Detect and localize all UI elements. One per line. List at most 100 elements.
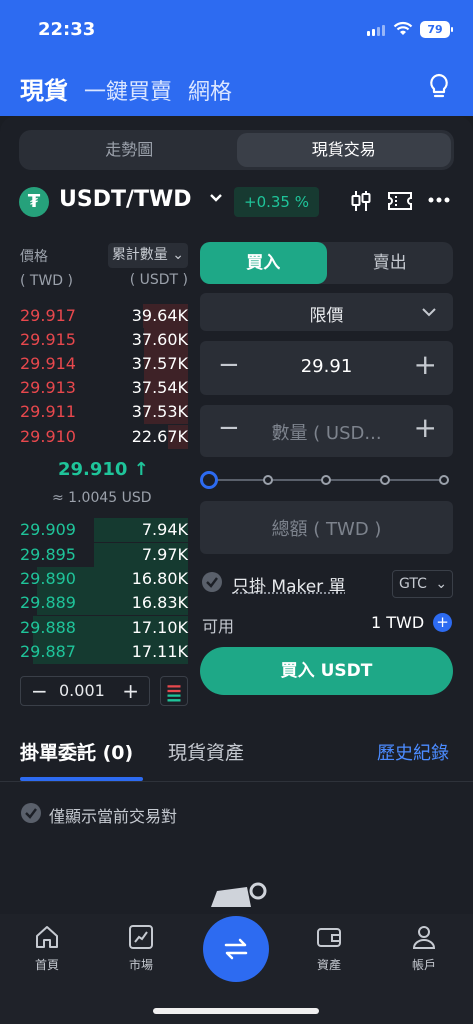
- tick-size-value: 0.001: [59, 681, 105, 700]
- tab-spot[interactable]: 現貨: [20, 71, 68, 106]
- nav-account[interactable]: 帳戶: [394, 924, 454, 973]
- view-switch: 走勢圖 現貨交易: [19, 130, 454, 170]
- current-pair-only-label[interactable]: 僅顯示當前交易對: [49, 803, 177, 827]
- buy-submit-button[interactable]: 買入 USDT: [200, 647, 453, 695]
- top-tab-bar: 現貨 一鍵買賣 網格: [20, 71, 232, 106]
- tab-chart[interactable]: 走勢圖: [22, 133, 237, 167]
- empty-state-icon: [211, 882, 267, 907]
- ask-row[interactable]: 29.911 37.53K: [20, 400, 188, 424]
- status-time: 22:33: [38, 19, 96, 40]
- time-in-force-value: GTC: [399, 576, 427, 592]
- ask-row[interactable]: 29.913 37.54K: [20, 376, 188, 400]
- bid-row[interactable]: 29.887 17.11K: [20, 640, 188, 664]
- amount-slider[interactable]: [200, 470, 453, 490]
- pair-selector[interactable]: USDT/TWD: [59, 187, 192, 212]
- bid-price: 29.895: [20, 545, 76, 564]
- candlestick-icon[interactable]: [350, 189, 372, 213]
- bid-row[interactable]: 29.889 16.83K: [20, 591, 188, 615]
- quantity-input[interactable]: − 數量 ( USD... +: [200, 405, 453, 457]
- battery-icon: 79: [420, 21, 453, 38]
- price-input[interactable]: − 29.91 +: [200, 341, 453, 395]
- last-price-fiat: ≈ 1.0045 USD: [52, 490, 152, 506]
- order-type-value: 限價: [309, 306, 344, 326]
- bid-price: 29.909: [20, 520, 76, 539]
- bid-row[interactable]: 29.909 7.94K: [20, 518, 188, 542]
- swap-button[interactable]: [203, 916, 269, 982]
- quantity-increase-button[interactable]: +: [414, 411, 437, 444]
- more-icon[interactable]: [428, 197, 450, 203]
- nav-market[interactable]: 市場: [111, 924, 171, 973]
- ask-row[interactable]: 29.915 37.60K: [20, 328, 188, 352]
- ask-price: 29.915: [20, 330, 76, 349]
- swap-icon: [224, 938, 248, 960]
- bid-qty: 7.97K: [141, 545, 188, 564]
- wifi-icon: [393, 21, 413, 35]
- ask-price: 29.917: [20, 306, 76, 325]
- chevron-down-icon: ⌄: [435, 576, 448, 592]
- total-placeholder: 總額 ( TWD ): [271, 519, 382, 540]
- ask-row[interactable]: 29.917 39.64K: [20, 304, 188, 328]
- chart-icon: [129, 925, 153, 949]
- ticket-icon[interactable]: [387, 191, 413, 211]
- tab-open-orders[interactable]: 掛單委託 (0): [20, 738, 133, 765]
- nav-home[interactable]: 首頁: [17, 924, 77, 973]
- ask-qty: 22.67K: [131, 427, 188, 446]
- last-price: 29.910 ↑: [58, 459, 149, 480]
- lightbulb-icon[interactable]: [426, 72, 452, 100]
- maker-only-label[interactable]: 只掛 Maker 單: [232, 572, 346, 597]
- available-balance: 1 TWD: [371, 613, 425, 632]
- ask-row[interactable]: 29.910 22.67K: [20, 425, 188, 449]
- bid-qty: 17.10K: [131, 618, 188, 637]
- chevron-down-icon: [422, 308, 436, 317]
- price-column-unit: ( TWD ): [20, 273, 73, 289]
- deposit-plus-icon[interactable]: +: [433, 613, 452, 632]
- depth-mode-icon[interactable]: [160, 676, 188, 706]
- buy-tab[interactable]: 買入: [200, 242, 327, 284]
- nav-assets[interactable]: 資產: [299, 924, 359, 973]
- ask-price: 29.910: [20, 427, 76, 446]
- available-label: 可用: [202, 617, 235, 636]
- ask-qty: 39.64K: [131, 306, 188, 325]
- pair-header: ₮ USDT/TWD +0.35 %: [19, 185, 459, 217]
- chevron-down-icon[interactable]: [209, 193, 223, 203]
- bid-row[interactable]: 29.888 17.10K: [20, 616, 188, 640]
- chevron-down-icon: ⌄: [172, 247, 184, 263]
- price-increase-button[interactable]: +: [414, 348, 437, 381]
- person-icon: [412, 926, 436, 949]
- ask-row[interactable]: 29.914 37.57K: [20, 352, 188, 376]
- current-pair-only-checkbox[interactable]: [21, 803, 41, 823]
- tab-quick-trade[interactable]: 一鍵買賣: [84, 74, 172, 106]
- slider-handle[interactable]: [200, 471, 218, 489]
- tick-increase-button[interactable]: +: [122, 677, 139, 705]
- home-icon: [36, 926, 58, 948]
- sell-tab[interactable]: 賣出: [327, 242, 454, 284]
- total-input[interactable]: 總額 ( TWD ): [200, 501, 453, 554]
- tab-grid[interactable]: 網格: [188, 74, 232, 106]
- wallet-icon: [317, 928, 341, 947]
- history-link[interactable]: 歷史紀錄: [377, 739, 449, 765]
- ask-qty: 37.60K: [131, 330, 188, 349]
- tab-spot-trade[interactable]: 現貨交易: [236, 133, 451, 167]
- tick-decrease-button[interactable]: −: [31, 677, 48, 705]
- bid-qty: 16.80K: [131, 569, 188, 588]
- nav-assets-label: 資產: [316, 958, 341, 972]
- ask-qty: 37.57K: [131, 354, 188, 373]
- nav-market-label: 市場: [128, 958, 153, 972]
- bid-qty: 7.94K: [141, 520, 188, 539]
- bid-row[interactable]: 29.890 16.80K: [20, 567, 188, 591]
- bid-price: 29.890: [20, 569, 76, 588]
- price-column-label: 價格: [20, 249, 48, 265]
- qty-mode-dropdown[interactable]: 累計數量 ⌄: [107, 243, 188, 268]
- orderbook-qty-header: 累計數量 ⌄ ( USDT ): [92, 243, 188, 293]
- ask-qty: 37.54K: [131, 378, 188, 397]
- maker-only-checkbox[interactable]: [202, 572, 222, 592]
- status-bar: 22:33 79: [0, 0, 473, 56]
- order-type-select[interactable]: 限價: [200, 293, 453, 331]
- time-in-force-select[interactable]: GTC ⌄: [392, 570, 453, 598]
- tab-spot-assets[interactable]: 現貨資產: [168, 738, 244, 765]
- bid-row[interactable]: 29.895 7.97K: [20, 543, 188, 567]
- bid-price: 29.888: [20, 618, 76, 637]
- home-indicator: [153, 1008, 319, 1014]
- bid-price: 29.887: [20, 642, 76, 661]
- qty-column-unit: ( USDT ): [129, 272, 188, 288]
